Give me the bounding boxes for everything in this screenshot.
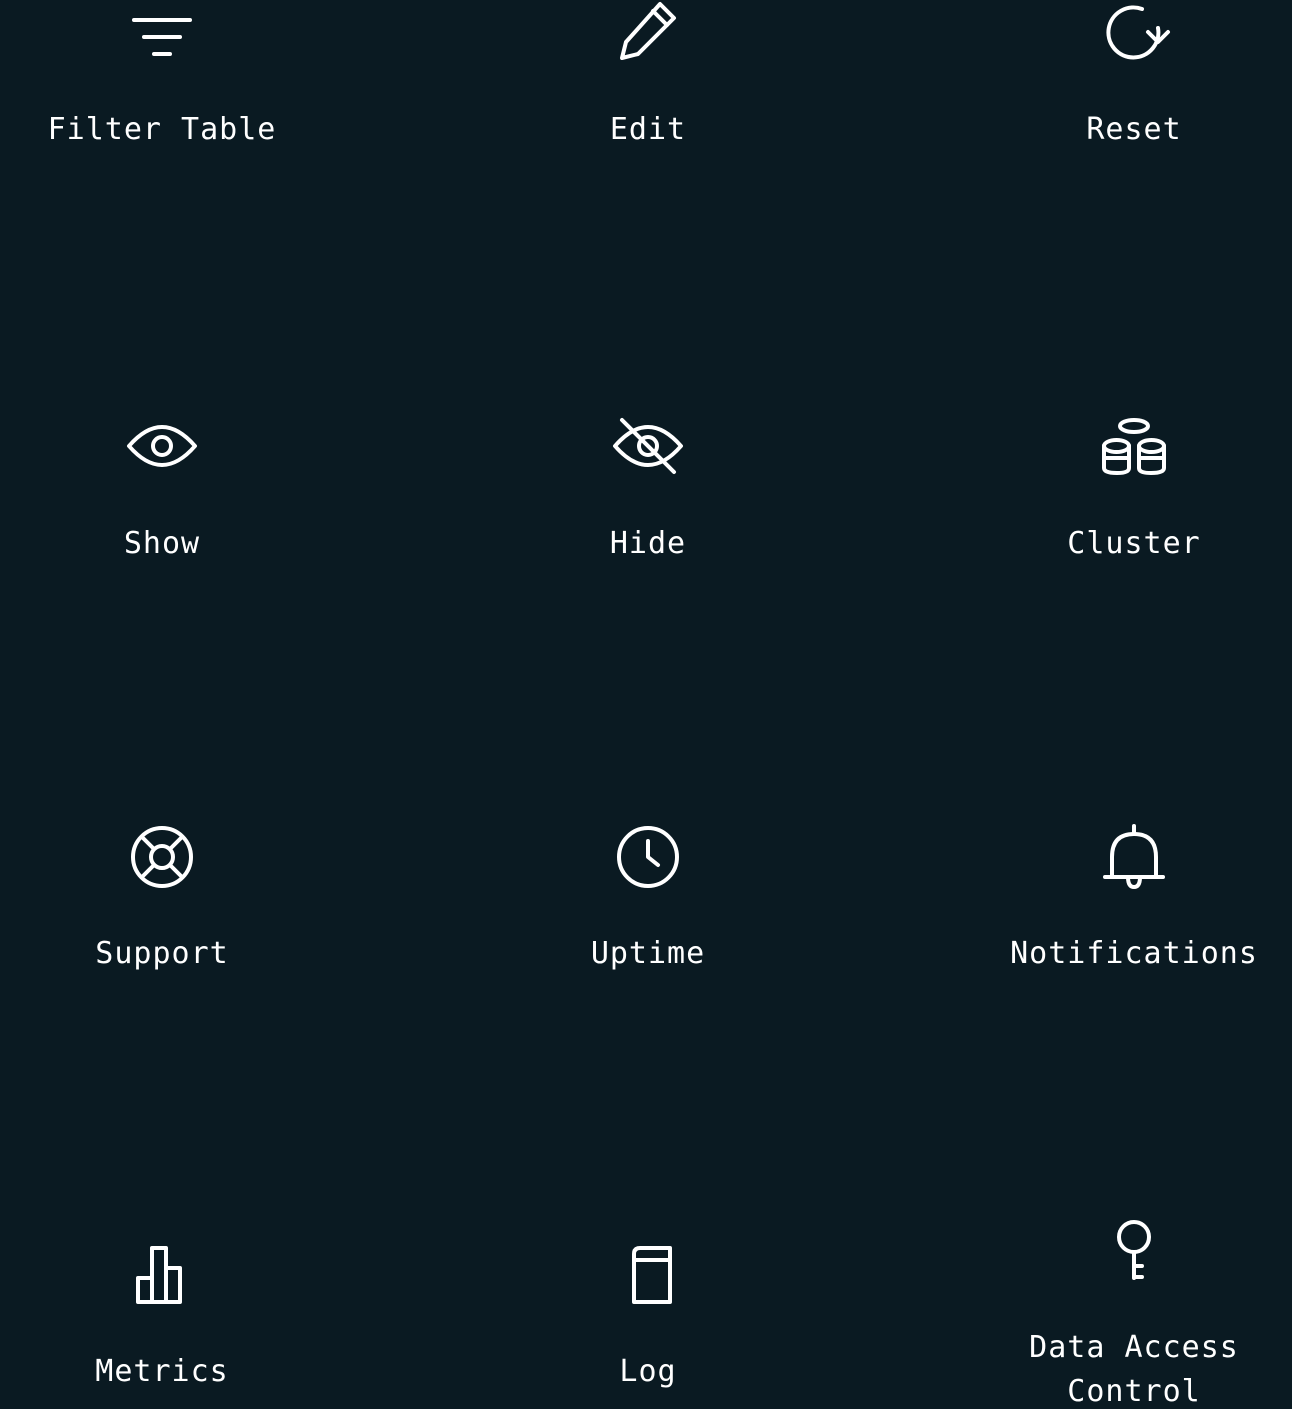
pencil-icon bbox=[608, 0, 688, 72]
log-icon bbox=[608, 1236, 688, 1316]
tile-label: Support bbox=[95, 936, 229, 971]
bar-chart-icon bbox=[122, 1236, 202, 1316]
eye-icon bbox=[122, 406, 202, 486]
eye-off-icon bbox=[608, 406, 688, 486]
bell-icon bbox=[1094, 817, 1174, 897]
clock-icon bbox=[608, 817, 688, 897]
tile-label: Reset bbox=[1086, 112, 1182, 147]
tile-label: Filter Table bbox=[47, 112, 277, 147]
key-icon bbox=[1094, 1210, 1174, 1290]
tile-label: Edit bbox=[609, 112, 687, 147]
tile-label: Notifications bbox=[1010, 936, 1258, 971]
tile-label: Show bbox=[123, 526, 201, 561]
tile-label: Hide bbox=[609, 526, 687, 561]
tile-label: Metrics bbox=[95, 1354, 229, 1389]
tile-label: Uptime bbox=[590, 936, 706, 971]
reset-icon bbox=[1094, 0, 1174, 72]
filter-icon bbox=[122, 0, 202, 78]
lifebuoy-icon bbox=[122, 817, 202, 897]
tile-label: Cluster bbox=[1067, 526, 1201, 561]
cluster-icon bbox=[1094, 406, 1174, 486]
tile-label: Log bbox=[619, 1354, 677, 1389]
tile-label: Data Access Control bbox=[1029, 1330, 1239, 1409]
